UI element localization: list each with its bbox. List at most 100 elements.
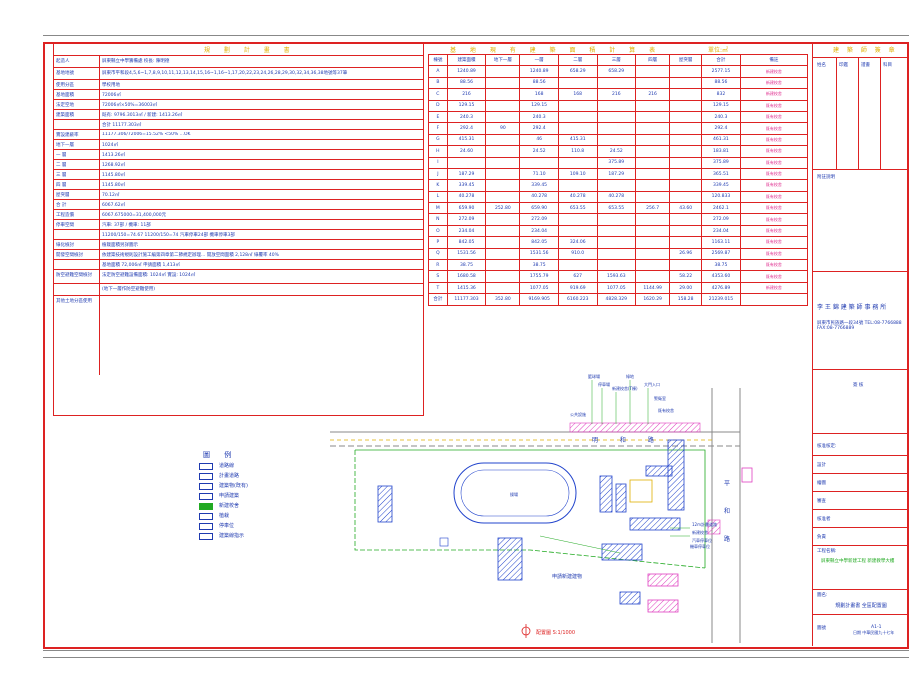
- planning-row-key: 基地面積: [56, 93, 74, 98]
- area-table-cell: 24.52: [596, 145, 637, 158]
- planning-row-key: 一 層: [56, 153, 67, 158]
- legend-item: 停車位: [199, 522, 309, 530]
- area-table-cell: [669, 236, 703, 249]
- area-table-cell: 1593.63: [596, 270, 637, 283]
- area-table-cell: [485, 270, 521, 283]
- area-table-header: 棟號: [428, 53, 448, 67]
- area-table-cell: 24.52: [519, 145, 559, 158]
- area-table-cell: 168: [557, 88, 598, 101]
- area-table-cell: [669, 133, 703, 147]
- legend-swatch: [199, 533, 213, 540]
- legend-label: 植栽: [219, 513, 230, 519]
- area-table-cell: 38.75: [446, 259, 487, 272]
- area-table-cell: O: [428, 224, 448, 238]
- area-table-cell: M: [428, 202, 448, 215]
- area-table-cell: 既有校舍: [739, 156, 809, 169]
- planning-row: 合計 11177.303㎡: [54, 119, 423, 129]
- title-block: 建 築 師 簽 章 姓名 印鑑 證書 科目 附註說明 李 王 錦 建 築 師 事 務 …: [812, 42, 907, 646]
- area-table-row: O 234.04 234.04 234.04 既有校舍: [428, 224, 809, 238]
- area-table-cell: 352.80: [485, 293, 521, 306]
- area-table-cell: R: [428, 259, 448, 272]
- firm-info: 屏東市民族路一段34號 TEL:08-7766888 FAX:08-776688…: [817, 321, 902, 331]
- area-table-cell: 26.96: [669, 247, 703, 261]
- road-top-label: 明 和 路: [592, 436, 664, 444]
- area-table-cell: 既有校舍: [739, 145, 809, 158]
- area-table-cell: 6160.223: [557, 293, 598, 306]
- area-table-cell: [596, 224, 637, 238]
- area-table-cell: [669, 110, 703, 124]
- area-table-cell: 1680.58: [446, 270, 487, 283]
- area-table-cell: [596, 236, 637, 249]
- area-table-cell: 240.3: [519, 110, 559, 124]
- area-table-cell: 1531.56: [446, 247, 487, 261]
- planning-row: 基地面積 72006㎡: [54, 89, 423, 99]
- area-table-cell: [485, 65, 521, 78]
- title-block-header: 建 築 師 簽 章: [813, 42, 907, 58]
- area-table-row: N 272.09 272.09 272.09 既有校舍: [428, 213, 809, 226]
- area-table-cell: S: [428, 270, 448, 283]
- area-table-cell: [596, 213, 637, 226]
- area-table-cell: [485, 259, 521, 272]
- planning-row: 三 層 1145.80㎡: [54, 169, 423, 179]
- area-table-cell: [669, 65, 703, 78]
- legend-item: 申請建築: [199, 492, 309, 500]
- planning-row-key: 使用分區: [56, 83, 74, 88]
- planning-row-key: 工程造價: [56, 213, 74, 218]
- planning-row-value: 1145.80㎡: [102, 183, 126, 188]
- drawing-label: 圖名:: [817, 593, 828, 598]
- area-table-cell: 58.22: [669, 270, 703, 283]
- area-table-cell: 183.81: [701, 145, 741, 158]
- area-table-cell: 既有校舍: [739, 213, 809, 226]
- area-table-header: 建築面積: [446, 53, 487, 67]
- area-table-cell: [669, 76, 703, 90]
- field-label: 核准者: [817, 517, 831, 522]
- area-table-cell: [669, 156, 703, 169]
- area-table-cell: [557, 122, 598, 135]
- area-table-cell: I: [428, 156, 448, 169]
- area-table-cell: 既有校舍: [739, 247, 809, 261]
- area-table-cell: 新建校舍: [739, 281, 809, 295]
- area-table-cell: J: [428, 167, 448, 181]
- planning-row-value: 法定防空避難設備面積: 1024㎡ 實設: 1024㎡: [102, 273, 196, 278]
- planning-row: 起造人 屏東縣立中學籌備處 校長: 陳明德: [54, 55, 423, 67]
- area-table-cell: 842.05: [519, 236, 559, 249]
- area-table-cell: 234.04: [519, 224, 559, 238]
- area-table-row: A 1240.89 1240.89 658.29 658.29 2577.15 新建校舍: [428, 65, 809, 78]
- area-table-cell: 240.3: [446, 110, 487, 124]
- area-table-cell: 339.45: [701, 179, 741, 192]
- legend-label: 新建校舍: [219, 503, 240, 509]
- area-table-cell: 1163.11: [701, 236, 741, 249]
- area-table-cell: 既有校舍: [739, 202, 809, 215]
- area-table-cell: [557, 259, 598, 272]
- project-name: 屏東縣立中學新建工程 新建教學大樓: [821, 559, 895, 564]
- planning-row: (地下一層作防空避難使用): [54, 283, 423, 295]
- site-callout: 籃球場: [588, 373, 600, 379]
- area-table-cell: 158.28: [669, 293, 703, 306]
- area-table-cell: 2569.87: [701, 247, 741, 261]
- firm-name: 李 王 錦 建 築 師 事 務 所: [817, 304, 887, 311]
- area-table-cell: 1077.05: [519, 281, 559, 295]
- area-table-cell: 88.56: [446, 76, 487, 90]
- area-table-cell: [485, 99, 521, 112]
- area-table-cell: [635, 270, 671, 283]
- planning-row: 四 層 1145.80㎡: [54, 179, 423, 189]
- area-table-cell: [596, 122, 637, 135]
- planning-row-value: 學校用地: [102, 83, 120, 88]
- planning-row-key: 綠化檢討: [56, 243, 74, 248]
- area-table-row: D 129.15 129.15 129.15 既有校舍: [428, 99, 809, 112]
- area-table-cell: 38.75: [701, 259, 741, 272]
- area-table-cell: F: [428, 122, 448, 135]
- area-table-cell: 9169.905: [519, 293, 559, 306]
- area-table-row: P 842.05 842.05 324.06 1163.11 既有校舍: [428, 236, 809, 249]
- area-table-cell: 415.31: [557, 133, 598, 147]
- sheet-number: A1-1: [871, 625, 882, 630]
- area-table-cell: P: [428, 236, 448, 249]
- area-table-cell: 653.55: [596, 202, 637, 215]
- review-area: 核准核定:: [813, 434, 907, 456]
- area-table-cell: 461.31: [701, 133, 741, 147]
- area-table-row: L 40.278 40.278 40.278 40.278 120.833 既有校舍: [428, 190, 809, 204]
- area-table-row: H 24.60 24.52 110.8 24.52 183.81 既有校舍: [428, 145, 809, 158]
- area-table-cell: 2577.15: [701, 65, 741, 78]
- area-table-cell: 29.00: [669, 281, 703, 295]
- applied-building-label: 申請新建建物: [552, 573, 582, 580]
